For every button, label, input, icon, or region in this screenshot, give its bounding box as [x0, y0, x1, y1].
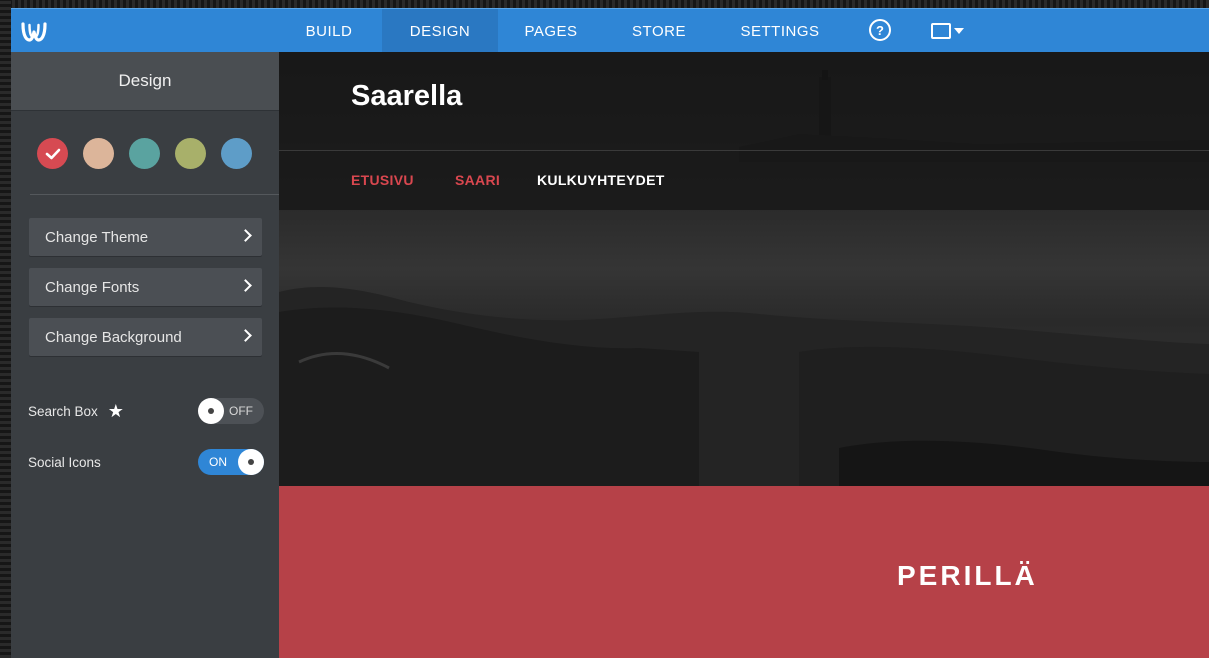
- search-box-toggle[interactable]: OFF: [198, 398, 264, 424]
- tab-store[interactable]: STORE: [611, 9, 707, 53]
- change-background-button[interactable]: Change Background: [29, 318, 262, 356]
- change-fonts-label: Change Fonts: [45, 278, 140, 296]
- search-box-setting: Search Box ★ OFF: [28, 398, 264, 424]
- social-icons-label: Social Icons: [28, 454, 101, 470]
- sidebar-divider: [30, 194, 279, 195]
- window-frame-left: [0, 0, 11, 658]
- desktop-icon: [931, 23, 951, 39]
- change-theme-button[interactable]: Change Theme: [29, 218, 262, 256]
- tab-settings[interactable]: SETTINGS: [719, 9, 841, 53]
- chevron-down-icon: [954, 28, 964, 34]
- nav-link-kulkuyhteydet[interactable]: KULKUYHTEYDET: [537, 172, 665, 188]
- nav-link-saari[interactable]: SAARI: [455, 172, 500, 188]
- star-icon: ★: [107, 400, 124, 421]
- checkmark-icon: [45, 148, 60, 159]
- chevron-right-icon: [239, 229, 252, 242]
- tab-build[interactable]: BUILD: [281, 9, 377, 53]
- color-swatch-olive[interactable]: [175, 138, 206, 169]
- window-frame-top: [0, 0, 1209, 8]
- site-preview: Saarella ETUSIVU SAARI KULKUYHTEYDET PER…: [279, 52, 1209, 658]
- change-fonts-button[interactable]: Change Fonts: [29, 268, 262, 306]
- sidebar-title: Design: [11, 52, 279, 111]
- toggle-knob: [238, 449, 264, 475]
- design-sidebar: Design Change Theme Change Fonts Change …: [11, 52, 279, 658]
- weebly-logo-icon[interactable]: [19, 16, 49, 46]
- content-band: PERILLÄ: [279, 486, 1209, 658]
- search-box-label: Search Box: [28, 403, 98, 419]
- device-preview-icon[interactable]: [931, 21, 973, 41]
- toggle-state-text: OFF: [229, 404, 253, 418]
- color-swatch-teal[interactable]: [129, 138, 160, 169]
- color-swatch-tan[interactable]: [83, 138, 114, 169]
- site-title[interactable]: Saarella: [351, 80, 462, 113]
- color-swatch-blue[interactable]: [221, 138, 252, 169]
- toggle-knob: [198, 398, 224, 424]
- section-title[interactable]: PERILLÄ: [897, 560, 1038, 592]
- color-swatches: [37, 138, 252, 169]
- tab-design[interactable]: DESIGN: [382, 9, 498, 53]
- site-header: Saarella: [279, 52, 1209, 150]
- toggle-state-text: ON: [209, 455, 227, 469]
- change-background-label: Change Background: [45, 328, 182, 346]
- chevron-right-icon: [239, 329, 252, 342]
- change-theme-label: Change Theme: [45, 228, 149, 246]
- tab-pages[interactable]: PAGES: [501, 9, 601, 53]
- help-icon[interactable]: ?: [869, 19, 891, 41]
- nav-link-etusivu[interactable]: ETUSIVU: [351, 172, 414, 188]
- social-icons-setting: Social Icons ON: [28, 449, 264, 475]
- color-swatch-red[interactable]: [37, 138, 68, 169]
- chevron-right-icon: [239, 279, 252, 292]
- site-navigation: ETUSIVU SAARI KULKUYHTEYDET: [279, 150, 1209, 210]
- top-navigation-bar: BUILD DESIGN PAGES STORE SETTINGS ?: [11, 8, 1209, 53]
- social-icons-toggle[interactable]: ON: [198, 449, 264, 475]
